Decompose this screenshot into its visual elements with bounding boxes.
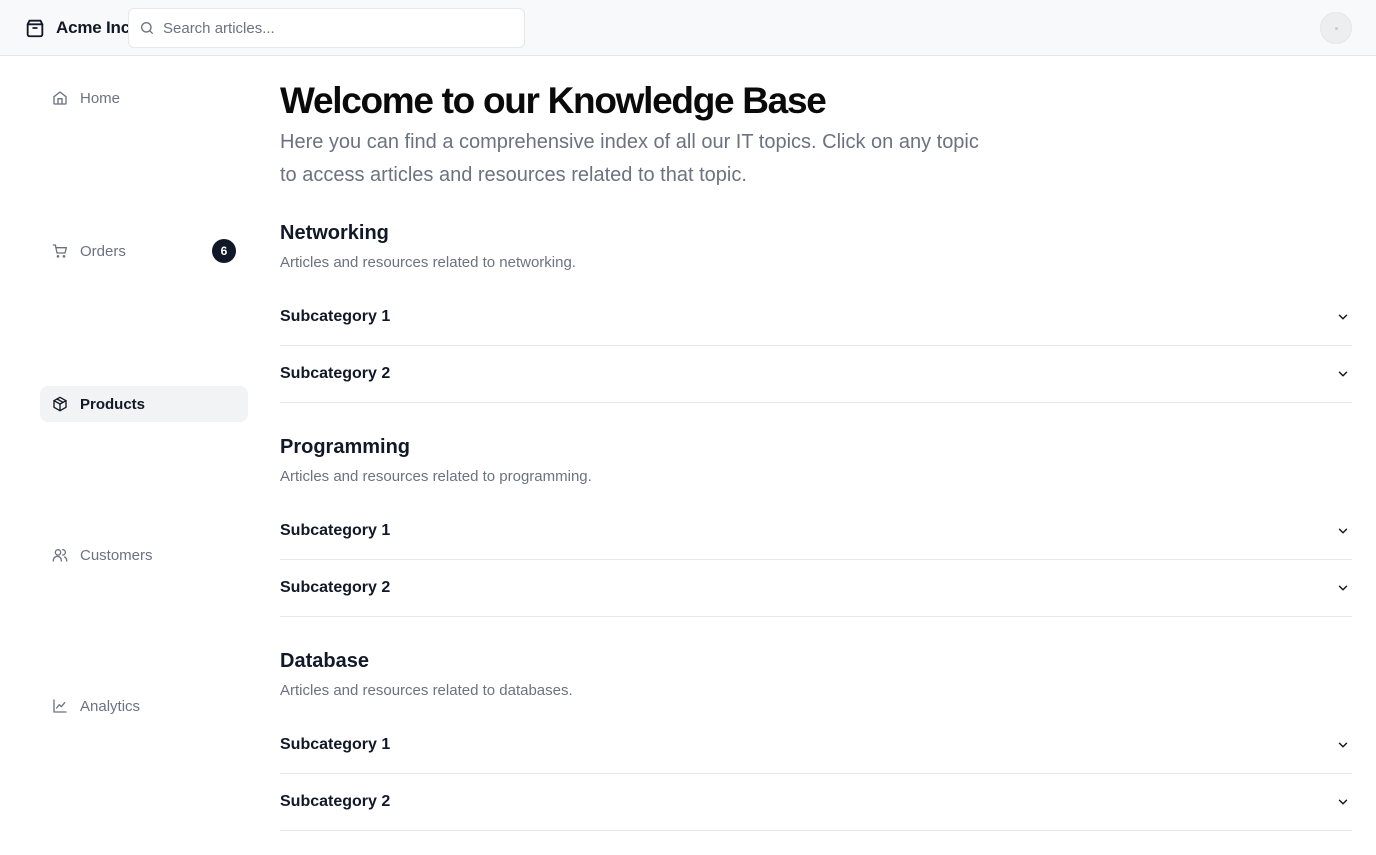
chevron-down-icon bbox=[1336, 581, 1350, 595]
subcategory-label: Subcategory 1 bbox=[280, 522, 391, 539]
sidebar-item-label: Analytics bbox=[80, 697, 141, 715]
section-description: Articles and resources related to databa… bbox=[280, 682, 573, 699]
line-chart-icon bbox=[52, 698, 68, 714]
subcategory-label: Subcategory 1 bbox=[280, 736, 391, 753]
sidebar-item-analytics[interactable]: Analytics bbox=[40, 688, 248, 724]
subcategory-label: Subcategory 2 bbox=[280, 365, 391, 382]
brand-name: Acme Inc bbox=[56, 18, 130, 37]
subcategory-accordion[interactable]: Subcategory 1 bbox=[280, 503, 1352, 560]
section-title: Programming bbox=[280, 436, 411, 458]
sidebar-item-products[interactable]: Products bbox=[40, 386, 248, 422]
orders-count-badge: 6 bbox=[212, 239, 236, 263]
section-title: Networking bbox=[280, 222, 389, 244]
section-description: Articles and resources related to progra… bbox=[280, 468, 592, 485]
top-header: Acme Inc bbox=[0, 0, 1376, 56]
sidebar-nav: Home Orders 6 Products Customers Analyti… bbox=[40, 56, 248, 855]
subcategory-label: Subcategory 1 bbox=[280, 308, 391, 325]
user-avatar[interactable] bbox=[1320, 12, 1352, 44]
sidebar-item-label: Orders bbox=[80, 242, 126, 260]
section-description: Articles and resources related to networ… bbox=[280, 254, 576, 271]
subcategory-accordion[interactable]: Subcategory 2 bbox=[280, 774, 1352, 831]
chevron-down-icon bbox=[1336, 738, 1350, 752]
home-icon bbox=[52, 90, 68, 106]
chevron-down-icon bbox=[1336, 367, 1350, 381]
section-title: Database bbox=[280, 650, 369, 672]
search-icon bbox=[139, 20, 155, 36]
page-title: Welcome to our Knowledge Base bbox=[280, 80, 827, 121]
subcategory-label: Subcategory 2 bbox=[280, 793, 391, 810]
sidebar-item-orders[interactable]: Orders 6 bbox=[40, 233, 248, 269]
package-icon bbox=[24, 17, 46, 39]
subcategory-accordion[interactable]: Subcategory 2 bbox=[280, 346, 1352, 403]
subcategory-label: Subcategory 2 bbox=[280, 579, 391, 596]
package-icon bbox=[52, 396, 68, 412]
subcategory-accordion[interactable]: Subcategory 1 bbox=[280, 717, 1352, 774]
search-input[interactable] bbox=[163, 19, 503, 37]
users-icon bbox=[52, 547, 68, 563]
page-intro: Here you can find a comprehensive index … bbox=[280, 131, 979, 186]
sidebar-item-label: Home bbox=[80, 89, 121, 107]
search-box[interactable] bbox=[128, 8, 525, 48]
chevron-down-icon bbox=[1336, 524, 1350, 538]
sidebar-item-customers[interactable]: Customers bbox=[40, 537, 248, 573]
cart-icon bbox=[52, 243, 68, 259]
subcategory-accordion[interactable]: Subcategory 1 bbox=[280, 289, 1352, 346]
chevron-down-icon bbox=[1336, 310, 1350, 324]
sidebar-item-label: Products bbox=[80, 395, 146, 413]
avatar-placeholder bbox=[1334, 26, 1338, 30]
subcategory-accordion[interactable]: Subcategory 2 bbox=[280, 560, 1352, 617]
brand[interactable]: Acme Inc bbox=[24, 16, 130, 40]
chevron-down-icon bbox=[1336, 795, 1350, 809]
sidebar-item-home[interactable]: Home bbox=[40, 80, 248, 116]
sidebar-item-label: Customers bbox=[80, 546, 153, 564]
